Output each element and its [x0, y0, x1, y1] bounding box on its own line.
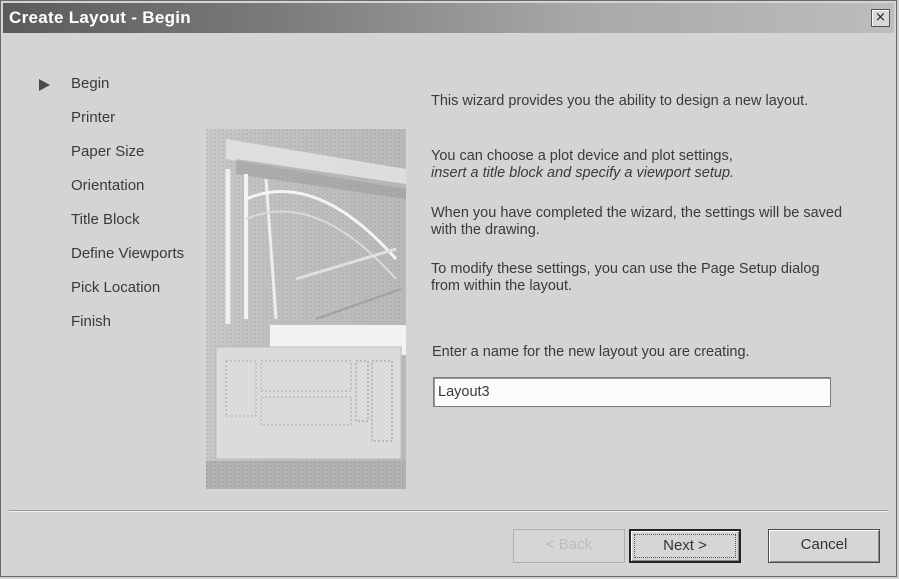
cancel-button[interactable]: Cancel — [768, 529, 880, 563]
options-text-italic: insert a title block and specify a viewp… — [431, 165, 735, 181]
wizard-illustration — [206, 129, 406, 489]
triangle-right-icon — [39, 79, 50, 91]
step-label: Paper Size — [71, 143, 145, 160]
options-paragraph: You can choose a plot device and plot se… — [431, 148, 851, 182]
options-text: You can choose a plot device and plot se… — [431, 148, 733, 164]
intro-paragraph: This wizard provides you the ability to … — [431, 93, 809, 109]
layout-name-input[interactable] — [433, 377, 831, 407]
title-bar[interactable]: Create Layout - Begin × — [3, 3, 894, 33]
layout-name-label: Enter a name for the new layout you are … — [432, 344, 750, 360]
close-icon: × — [875, 10, 886, 25]
next-button[interactable]: Next > — [629, 529, 741, 563]
step-label: Title Block — [71, 211, 140, 228]
completion-paragraph: When you have completed the wizard, the … — [431, 205, 843, 238]
step-label: Begin — [71, 75, 110, 92]
back-button[interactable]: < Back — [513, 529, 625, 563]
close-button[interactable]: × — [871, 9, 890, 27]
step-label: Define Viewports — [71, 245, 185, 262]
modify-paragraph: To modify these settings, you can use th… — [431, 261, 820, 294]
step-label: Printer — [71, 109, 116, 126]
step-label: Orientation — [71, 177, 145, 194]
button-separator — [9, 510, 888, 512]
step-label: Finish — [71, 313, 112, 330]
step-label: Pick Location — [71, 279, 161, 296]
dialog-title: Create Layout - Begin — [9, 8, 191, 27]
focus-rectangle — [634, 534, 736, 558]
create-layout-dialog: Create Layout - Begin × Begin Printer Pa… — [0, 0, 897, 577]
